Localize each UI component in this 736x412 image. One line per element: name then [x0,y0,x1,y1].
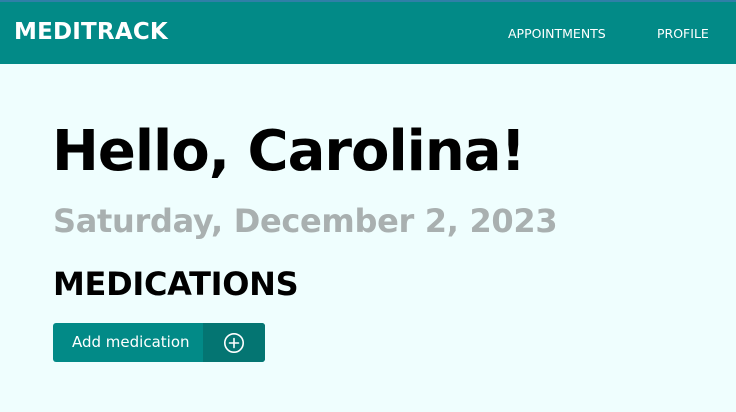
add-medication-icon-area[interactable] [203,323,265,362]
nav-profile-link[interactable]: PROFILE [657,25,709,43]
current-date: Saturday, December 2, 2023 [53,202,558,240]
brand-logo[interactable]: MEDITRACK [14,17,168,47]
medications-section-title: MEDICATIONS [53,265,299,303]
top-navigation-bar: MEDITRACK APPOINTMENTS PROFILE [0,0,736,64]
add-medication-button[interactable]: Add medication [53,323,265,362]
greeting-heading: Hello, Carolina! [52,119,526,184]
plus-circle-icon [224,332,244,353]
nav-appointments-link[interactable]: APPOINTMENTS [508,25,606,43]
add-medication-label: Add medication [72,333,190,351]
